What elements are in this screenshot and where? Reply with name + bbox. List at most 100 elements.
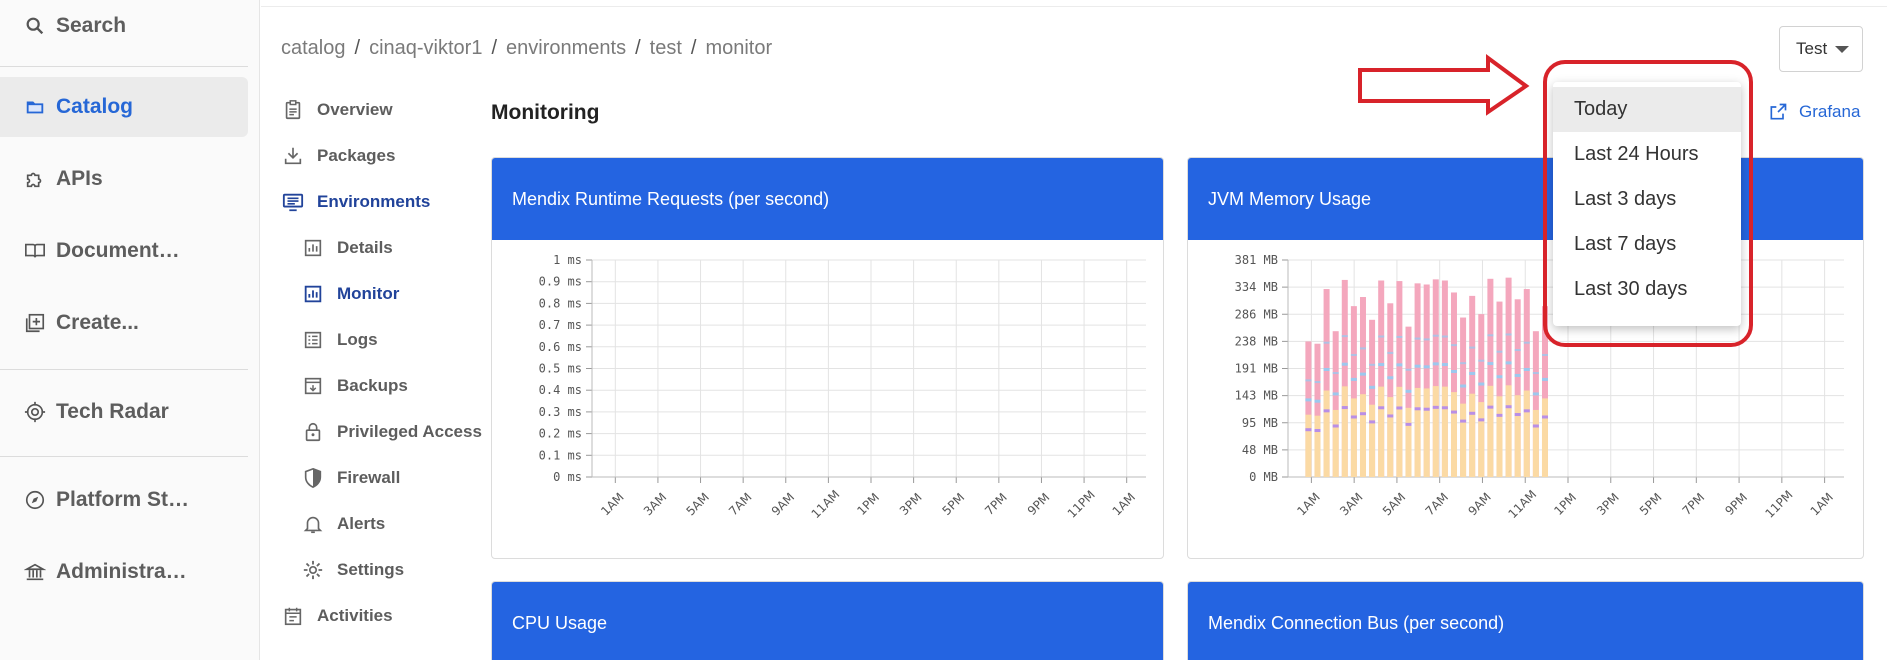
environment-select[interactable]: Test — [1779, 26, 1863, 72]
bar-segment — [1314, 415, 1321, 477]
sidebar-item-administration[interactable]: Administra… — [0, 542, 248, 602]
bar-marker — [1305, 428, 1312, 432]
sidebar-item-create[interactable]: Create... — [0, 293, 248, 353]
bar-marker — [1469, 346, 1476, 349]
bar-marker — [1387, 351, 1394, 354]
book-icon — [22, 238, 48, 264]
bar-segment — [1469, 393, 1476, 477]
bar-segment — [1523, 390, 1530, 477]
menu-item-last-3-days[interactable]: Last 3 days — [1553, 177, 1741, 222]
sidebar-item-label: Search — [56, 14, 127, 37]
sidebar-item-search[interactable]: Search — [0, 3, 248, 49]
bar-marker — [1369, 420, 1376, 424]
bar-marker — [1469, 411, 1476, 415]
panel-jvm-memory: JVM Memory Usage 381 MB 334 MB 286 MB 238 M… — [1187, 157, 1864, 559]
x-tick-label: 5AM — [1380, 490, 1408, 518]
bar-marker — [1532, 372, 1539, 375]
bar-segment — [1541, 398, 1548, 477]
sidebar-item-label: Catalog — [56, 95, 134, 118]
bar-marker — [1396, 335, 1403, 338]
panel-title: Mendix Connection Bus (per second) — [1188, 582, 1863, 660]
menu-item-last-24-hours[interactable]: Last 24 Hours — [1553, 132, 1741, 177]
sidebar-item-tech-radar[interactable]: Tech Radar — [0, 382, 248, 442]
bar-marker — [1341, 362, 1348, 366]
bar-segment — [1369, 404, 1376, 477]
menu-item-today[interactable]: Today — [1553, 87, 1741, 132]
subnav-item-label: Environments — [317, 192, 431, 211]
breadcrumb-link-catalog[interactable]: catalog — [281, 37, 346, 60]
menu-item-last-30-days[interactable]: Last 30 days — [1553, 267, 1741, 312]
subnav-item-privileged-access[interactable]: Privileged Access — [301, 417, 482, 447]
bar-marker — [1523, 367, 1530, 371]
bar-marker — [1423, 407, 1430, 411]
x-tick-label: 9AM — [769, 490, 797, 518]
x-tick-label: 5AM — [683, 490, 711, 518]
subnav-item-packages[interactable]: Packages — [281, 141, 395, 171]
add-box-icon — [22, 310, 48, 336]
bar-marker — [1423, 365, 1430, 369]
subnav-item-label: Backups — [337, 376, 408, 395]
subnav-item-label: Overview — [317, 100, 393, 119]
clipboard-icon — [281, 98, 305, 122]
archive-icon — [301, 374, 325, 398]
menu-item-last-7-days[interactable]: Last 7 days — [1553, 222, 1741, 267]
sidebar: Search Catalog APIs Document… Create... … — [0, 0, 260, 660]
breadcrumb-current: monitor — [705, 37, 773, 59]
y-tick-label: 95 MB — [1242, 416, 1278, 430]
subnav-item-details[interactable]: Details — [301, 233, 393, 263]
subnav-item-overview[interactable]: Overview — [281, 95, 393, 125]
subnav-item-label: Alerts — [337, 514, 386, 533]
sidebar-item-catalog[interactable]: Catalog — [0, 77, 248, 137]
bar-marker — [1305, 398, 1312, 402]
bar-marker — [1314, 429, 1321, 433]
subnav-item-activities[interactable]: Activities — [281, 601, 393, 631]
subnav-item-label: Settings — [337, 560, 405, 579]
sidebar-divider — [0, 369, 248, 370]
subnav-item-environments[interactable]: Environments — [281, 187, 430, 217]
subnav-item-backups[interactable]: Backups — [301, 371, 408, 401]
grafana-link-label: Grafana — [1799, 102, 1861, 121]
breadcrumb-link-component[interactable]: cinaq-viktor1 — [369, 37, 482, 60]
subnav-item-firewall[interactable]: Firewall — [301, 463, 400, 493]
y-tick-label: 0 ms — [553, 470, 582, 484]
folder-icon — [22, 94, 48, 120]
sidebar-item-docs[interactable]: Document… — [0, 221, 248, 281]
bar-segment — [1405, 407, 1412, 477]
y-tick-label: 0.4 ms — [539, 383, 582, 397]
sidebar-item-platform[interactable]: Platform St… — [0, 470, 248, 530]
bar-segment — [1432, 386, 1439, 477]
y-tick-label: 48 MB — [1242, 443, 1278, 457]
y-tick-label: 286 MB — [1235, 307, 1278, 321]
grafana-link[interactable]: Grafana — [1768, 102, 1860, 122]
x-tick-label: 7AM — [726, 490, 754, 518]
bar-marker — [1378, 363, 1385, 367]
search-icon — [22, 13, 48, 39]
panel-title: CPU Usage — [492, 582, 1163, 660]
bar-marker — [1487, 334, 1494, 337]
x-tick-label: 3AM — [641, 490, 669, 518]
subnav-item-alerts[interactable]: Alerts — [301, 509, 385, 539]
subnav-item-logs[interactable]: Logs — [301, 325, 378, 355]
bar-marker — [1314, 381, 1321, 384]
bar-marker — [1469, 371, 1476, 375]
breadcrumb: catalog / cinaq-viktor1 / environments /… — [281, 37, 772, 60]
subnav-item-settings[interactable]: Settings — [301, 555, 404, 585]
breadcrumb-link-environments[interactable]: environments — [506, 37, 626, 60]
breadcrumb-link-test[interactable]: test — [650, 37, 682, 60]
bar-marker — [1496, 350, 1503, 353]
bar-segment — [1341, 386, 1348, 477]
time-range-menu: Today Last 24 Hours Last 3 days Last 7 d… — [1553, 82, 1741, 326]
bar-marker — [1414, 407, 1421, 411]
bar-segment — [1441, 386, 1448, 477]
bar-marker — [1350, 353, 1357, 356]
subnav-item-monitor[interactable]: Monitor — [301, 279, 399, 309]
panel-title: Mendix Runtime Requests (per second) — [492, 158, 1163, 240]
bar-marker — [1323, 341, 1330, 344]
x-tick-label: 9PM — [1722, 490, 1750, 518]
subnav-item-label: Firewall — [337, 468, 401, 487]
chart-box-icon — [301, 236, 325, 260]
bar-segment — [1378, 386, 1385, 477]
sidebar-item-apis[interactable]: APIs — [0, 149, 248, 209]
bar-segment — [1532, 409, 1539, 477]
bar-marker — [1405, 389, 1412, 393]
